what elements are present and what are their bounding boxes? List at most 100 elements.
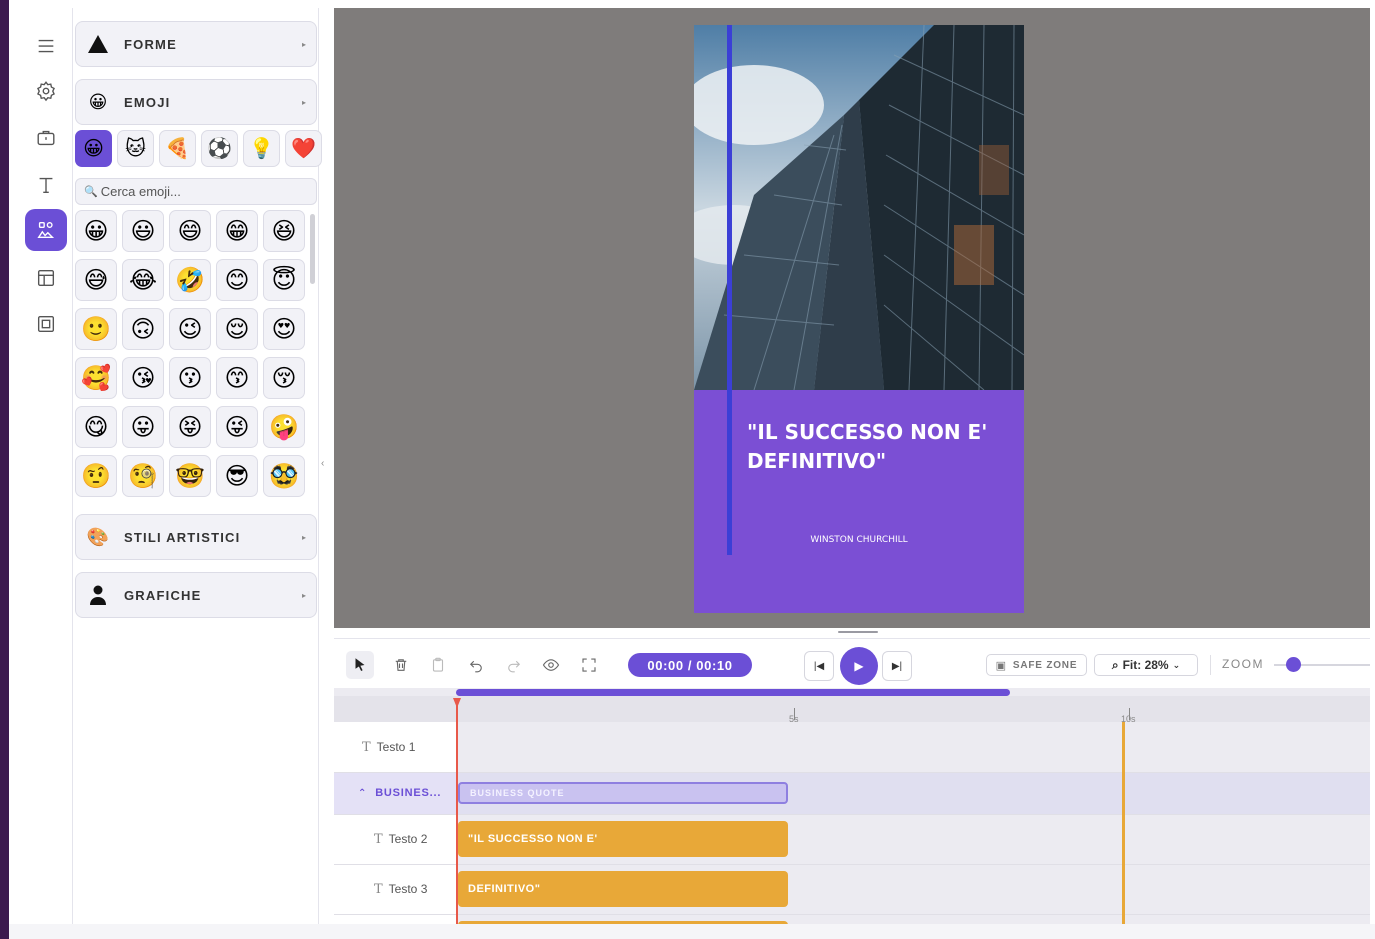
story-design[interactable]: "IL SUCCESSO NON E' DEFINITIVO" WINSTON … [694, 25, 1024, 613]
zoom-slider-thumb[interactable] [1286, 657, 1301, 672]
end-marker[interactable] [1122, 722, 1125, 924]
section-label: STILI ARTISTICI [124, 529, 241, 545]
emoji-search-input[interactable]: 🔍 Cerca emoji... [75, 178, 317, 205]
text-icon: T [362, 739, 371, 755]
emoji-category-activities[interactable]: ⚽ [201, 130, 238, 167]
building-photo[interactable] [694, 25, 1024, 390]
emoji-cell[interactable]: 😙 [216, 357, 258, 399]
emoji-category-objects[interactable]: 💡 [243, 130, 280, 167]
panel-collapse-icon[interactable]: ‹ [321, 458, 324, 469]
track-label-group[interactable]: ⌃ BUSINES... [334, 772, 456, 814]
icon-rail [9, 8, 73, 924]
redo-icon[interactable] [500, 651, 528, 679]
settings-icon[interactable] [25, 70, 67, 112]
emoji-category-smileys[interactable]: 😀 [75, 130, 112, 167]
emoji-cell[interactable]: 😍 [263, 308, 305, 350]
toolbar-divider [1210, 655, 1211, 675]
section-grafiche[interactable]: GRAFICHE ▸ [75, 572, 317, 618]
menu-icon[interactable] [25, 25, 67, 67]
time-ruler[interactable]: 5s 10s [334, 696, 1370, 724]
cursor-icon[interactable] [346, 651, 374, 679]
person-icon [86, 583, 110, 607]
emoji-cell[interactable]: 😅 [75, 259, 117, 301]
playhead-handle[interactable] [453, 698, 461, 708]
smiley-icon: 😀 [88, 91, 108, 112]
text-icon[interactable] [25, 164, 67, 206]
safe-zone-label: SAFE ZONE [1012, 659, 1078, 671]
quote-text[interactable]: "IL SUCCESSO NON E' DEFINITIVO" [747, 418, 1007, 476]
emoji-cell[interactable]: 🤨 [75, 455, 117, 497]
skip-forward-icon[interactable]: ▶| [882, 651, 912, 681]
author-text[interactable]: WINSTON CHURCHILL [694, 535, 1024, 545]
emoji-category-animals[interactable]: 🐱 [117, 130, 154, 167]
emoji-cell[interactable]: 😃 [122, 210, 164, 252]
row-divider [334, 814, 1370, 815]
frame-icon[interactable] [25, 303, 67, 345]
emoji-cell[interactable]: 😋 [75, 406, 117, 448]
emoji-cell[interactable]: 😛 [122, 406, 164, 448]
emoji-cell[interactable]: 🙂 [75, 308, 117, 350]
emoji-cell[interactable]: 😜 [216, 406, 258, 448]
clipboard-icon[interactable] [424, 651, 452, 679]
emoji-cell[interactable]: 😇 [263, 259, 305, 301]
eye-icon[interactable] [537, 651, 565, 679]
emoji-category-symbols[interactable]: ❤️ [285, 130, 322, 167]
search-placeholder: Cerca emoji... [100, 184, 181, 199]
palette-icon: 🎨 [86, 526, 110, 547]
emoji-cell[interactable]: 😚 [263, 357, 305, 399]
track-name: Testo 2 [388, 832, 428, 846]
briefcase-icon[interactable] [25, 117, 67, 159]
emoji-cell[interactable]: 😘 [122, 357, 164, 399]
section-emoji[interactable]: 😀 EMOJI ▸ [75, 79, 317, 125]
track-label-testo-2[interactable]: T Testo 2 [334, 814, 456, 864]
emoji-cell[interactable]: 🤣 [169, 259, 211, 301]
emoji-cell[interactable]: 🤪 [263, 406, 305, 448]
emoji-cell[interactable]: 😉 [169, 308, 211, 350]
emoji-cell[interactable]: 🤓 [169, 455, 211, 497]
emoji-cell[interactable]: 😌 [216, 308, 258, 350]
play-button[interactable]: ▶ [840, 647, 878, 685]
section-stili-artistici[interactable]: 🎨 STILI ARTISTICI ▸ [75, 514, 317, 560]
track-label-testo-3[interactable]: T Testo 3 [334, 864, 456, 914]
fullscreen-icon[interactable] [575, 651, 603, 679]
accent-line[interactable] [727, 25, 732, 555]
zoom-fit-dropdown[interactable]: ⌕ Fit: 28% ⌄ [1094, 654, 1198, 676]
trash-icon[interactable] [387, 651, 415, 679]
emoji-cell[interactable]: 😆 [263, 210, 305, 252]
clip-testo-3[interactable]: DEFINITIVO" [458, 871, 788, 907]
emoji-cell[interactable]: 😂 [122, 259, 164, 301]
timeline-toolbar: 00:00 / 00:10 |◀ ▶ ▶| ▣ SAFE ZONE ⌕ Fit:… [334, 638, 1370, 688]
emoji-cell[interactable]: 😁 [216, 210, 258, 252]
clip-testo-2[interactable]: "IL SUCCESSO NON E' [458, 821, 788, 857]
zoom-icon: ⌕ [1111, 657, 1119, 672]
emoji-cell[interactable]: 🧐 [122, 455, 164, 497]
emoji-cell[interactable]: 😊 [216, 259, 258, 301]
emoji-cell[interactable]: 😀 [75, 210, 117, 252]
emoji-category-row: 😀 🐱 🍕 ⚽ 💡 ❤️ [75, 130, 322, 167]
emoji-cell[interactable]: 🙃 [122, 308, 164, 350]
elements-icon[interactable] [25, 209, 67, 251]
emoji-cell[interactable]: 🥰 [75, 357, 117, 399]
emoji-category-food[interactable]: 🍕 [159, 130, 196, 167]
resize-handle[interactable] [838, 631, 878, 633]
emoji-cell[interactable]: 😗 [169, 357, 211, 399]
timeline: 5s 10s T Testo 1 ⌃ BUSINES... T Testo 2 … [334, 688, 1370, 924]
emoji-cell[interactable]: 🥸 [263, 455, 305, 497]
playhead[interactable] [456, 698, 458, 924]
skip-back-icon[interactable]: |◀ [804, 651, 834, 681]
emoji-cell[interactable]: 😎 [216, 455, 258, 497]
emoji-cell[interactable]: 😝 [169, 406, 211, 448]
safe-zone-button[interactable]: ▣ SAFE ZONE [986, 654, 1087, 676]
canvas-area[interactable]: "IL SUCCESSO NON E' DEFINITIVO" WINSTON … [334, 8, 1370, 628]
scrub-bar[interactable] [456, 689, 1010, 696]
section-forme[interactable]: FORME ▸ [75, 21, 317, 67]
clip-business-quote[interactable]: BUSINESS QUOTE [458, 782, 788, 804]
triangle-icon [86, 32, 110, 56]
track-label-testo-1[interactable]: T Testo 1 [334, 722, 456, 772]
layout-icon[interactable] [25, 257, 67, 299]
emoji-scrollbar[interactable] [310, 214, 315, 284]
emoji-cell[interactable]: 😄 [169, 210, 211, 252]
chevron-down-icon: ⌄ [1172, 659, 1181, 670]
safe-zone-icon: ▣ [995, 659, 1007, 672]
undo-icon[interactable] [462, 651, 490, 679]
